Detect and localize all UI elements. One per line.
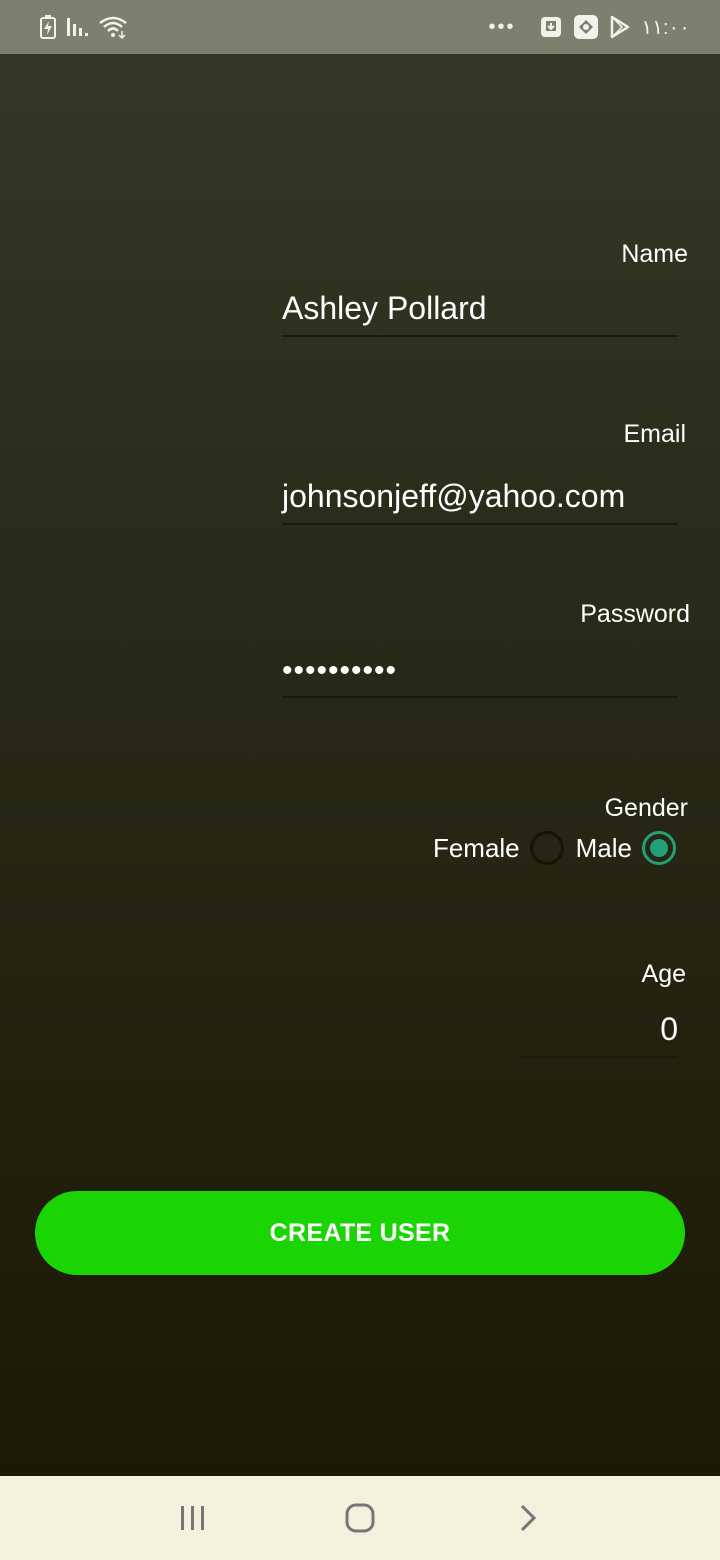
wifi-icon xyxy=(98,15,128,39)
navigation-bar xyxy=(0,1476,720,1560)
password-label: Password xyxy=(580,600,690,628)
female-label: Female xyxy=(432,832,520,863)
download-icon xyxy=(539,15,563,39)
signal-icon xyxy=(66,15,88,39)
create-user-button[interactable]: CREATE USER xyxy=(35,1191,685,1275)
gender-radio-group: Female Male xyxy=(433,826,676,870)
status-right: ••• ١١:٠٠ xyxy=(488,15,690,40)
battery-charging-icon xyxy=(40,15,56,39)
email-field[interactable]: johnsonjeff@yahoo.com xyxy=(282,473,678,525)
female-radio[interactable] xyxy=(529,831,564,865)
email-label: Email xyxy=(623,420,686,448)
status-bar: ••• ١١:٠٠ xyxy=(0,0,720,54)
male-label: Male xyxy=(575,832,632,863)
radio-selected-dot xyxy=(650,839,668,857)
status-left xyxy=(40,15,128,39)
male-radio[interactable] xyxy=(642,831,676,865)
app-icon xyxy=(573,15,599,39)
play-store-icon xyxy=(609,15,631,39)
password-field[interactable]: •••••••••• xyxy=(282,646,678,698)
age-label: Age xyxy=(641,960,686,988)
age-field[interactable]: 0 xyxy=(518,1006,678,1058)
status-overflow: ••• xyxy=(488,15,516,38)
status-time: ١١:٠٠ xyxy=(641,16,690,39)
recent-apps-icon[interactable] xyxy=(163,1488,223,1548)
create-user-screen: Name Ashley Pollard Email johnsonjeff@ya… xyxy=(0,54,720,1476)
name-label: Name xyxy=(621,240,688,268)
name-field[interactable]: Ashley Pollard xyxy=(282,285,678,337)
back-icon[interactable] xyxy=(497,1488,557,1548)
gender-label: Gender xyxy=(604,794,688,822)
home-icon[interactable] xyxy=(330,1488,390,1548)
